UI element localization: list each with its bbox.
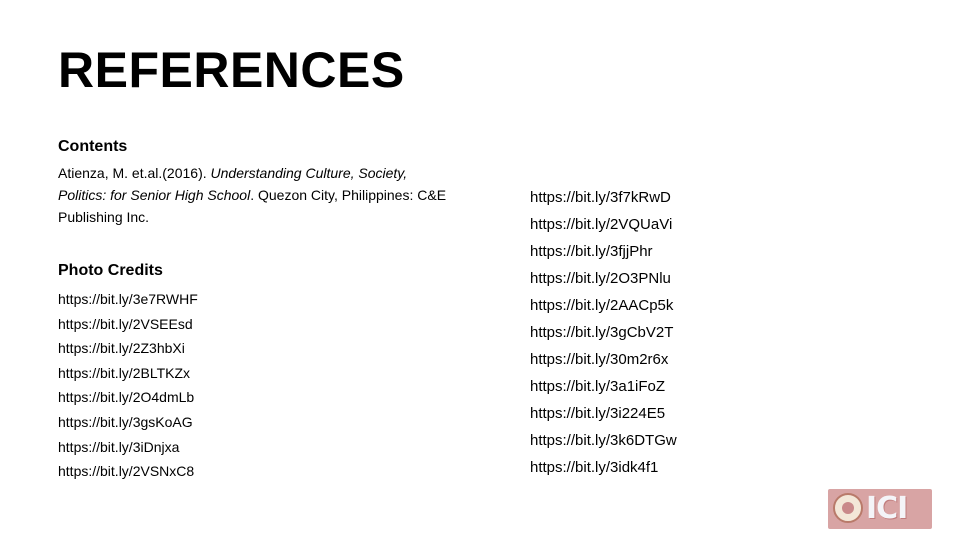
page-title: REFERENCES — [58, 42, 405, 98]
photo-credit-link[interactable]: https://bit.ly/3i224E5 — [530, 400, 830, 427]
photo-credits-list-left: https://bit.ly/3e7RWHF https://bit.ly/2V… — [58, 287, 458, 484]
photo-credit-link[interactable]: https://bit.ly/2VQUaVi — [530, 211, 830, 238]
photo-credit-link[interactable]: https://bit.ly/2O3PNlu — [530, 265, 830, 292]
left-column: Contents Atienza, M. et.al.(2016). Under… — [58, 136, 458, 484]
photo-credit-link[interactable]: https://bit.ly/3a1iFoZ — [530, 373, 830, 400]
book-citation: Atienza, M. et.al.(2016). Understanding … — [58, 162, 448, 228]
photo-credit-link[interactable]: https://bit.ly/3idk4f1 — [530, 454, 830, 481]
photo-credit-link[interactable]: https://bit.ly/3f7kRwD — [530, 184, 830, 211]
right-column: https://bit.ly/3f7kRwD https://bit.ly/2V… — [530, 184, 830, 481]
photo-credit-link[interactable]: https://bit.ly/2Z3hbXi — [58, 336, 458, 361]
ici-logo: ICI — [828, 489, 932, 529]
contents-heading: Contents — [58, 138, 128, 155]
photo-credit-link[interactable]: https://bit.ly/2VSEEsd — [58, 312, 458, 337]
photo-credits-list-right: https://bit.ly/3f7kRwD https://bit.ly/2V… — [530, 184, 830, 481]
photo-credit-link[interactable]: https://bit.ly/3gsKoAG — [58, 410, 458, 435]
photo-credit-link[interactable]: https://bit.ly/2O4dmLb — [58, 385, 458, 410]
seal-icon — [833, 493, 863, 523]
photo-credit-link[interactable]: https://bit.ly/2BLTKZx — [58, 361, 458, 386]
photo-credit-link[interactable]: https://bit.ly/30m2r6x — [530, 346, 830, 373]
photo-credit-link[interactable]: https://bit.ly/3gCbV2T — [530, 319, 830, 346]
logo-text: ICI — [866, 491, 908, 526]
photo-credit-link[interactable]: https://bit.ly/3iDnjxa — [58, 435, 458, 460]
photo-credit-link[interactable]: https://bit.ly/2AACp5k — [530, 292, 830, 319]
photo-credit-link[interactable]: https://bit.ly/2VSNxC8 — [58, 459, 458, 484]
photo-credit-link[interactable]: https://bit.ly/3e7RWHF — [58, 287, 458, 312]
photo-credit-link[interactable]: https://bit.ly/3fjjPhr — [530, 238, 830, 265]
photo-credit-link[interactable]: https://bit.ly/3k6DTGw — [530, 427, 830, 454]
photo-credits-heading: Photo Credits — [58, 262, 163, 279]
citation-authors: Atienza, M. et.al.(2016). — [58, 165, 211, 181]
